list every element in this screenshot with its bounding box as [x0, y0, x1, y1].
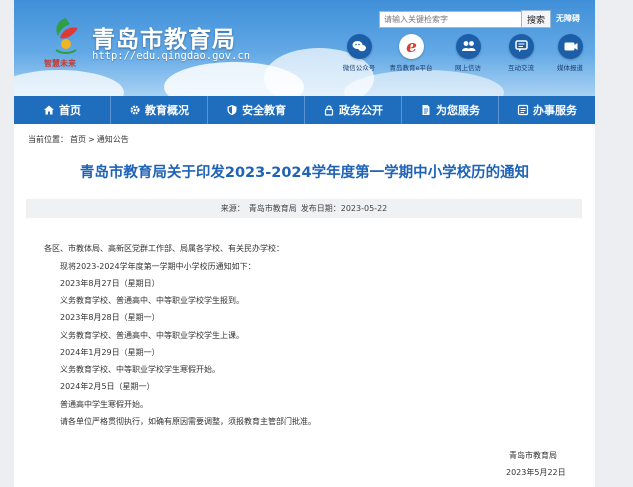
paragraph: 义务教育学校、中等职业学校学生寒假开始。: [60, 365, 220, 374]
quick-link-label: 青岛教育e平台: [389, 64, 433, 72]
article-title: 青岛市教育局关于印发2023-2024学年度第一学期中小学校历的通知: [79, 165, 530, 181]
quick-link-label: 媒体报道: [557, 64, 583, 72]
signature-org: 青岛市教育局: [509, 451, 557, 460]
search-button[interactable]: 搜索: [521, 10, 551, 28]
paragraph: 现将2023-2024学年度第一学期中小学校历通知如下：: [60, 262, 256, 271]
header-cloud: [14, 70, 124, 96]
quick-link-interaction[interactable]: 互动交流: [496, 34, 546, 72]
quick-link-label: 网上信访: [455, 64, 481, 72]
page: 智慧未来 青岛市教育局 http://edu.qingdao.gov.cn 搜索…: [14, 0, 595, 487]
breadcrumb: 当前位置： 首页 > 通知公告: [28, 134, 131, 145]
accessibility-link[interactable]: 无障碍: [556, 13, 580, 24]
publish-date-label: 发布日期：: [300, 204, 341, 213]
nav-item-overview[interactable]: 教育概况: [111, 96, 208, 124]
shield-icon: [227, 105, 237, 115]
nav-item-label: 安全教育: [242, 104, 286, 117]
home-icon: [44, 105, 54, 115]
quick-link-label: 互动交流: [508, 64, 534, 72]
nav-item-service[interactable]: 为您服务: [402, 96, 499, 124]
article-meta: 来源： 青岛市教育局 发布日期： 2023-05-22: [26, 199, 582, 218]
nav-item-label: 为您服务: [436, 104, 480, 117]
svg-text:e: e: [406, 37, 417, 57]
list-icon: [517, 104, 529, 116]
paragraph: 2024年2月5日（星期一）: [60, 382, 155, 391]
source-label: 来源：: [220, 204, 245, 213]
paragraph: 义务教育学校、普通高中、中等职业学校学生报到。: [60, 296, 244, 305]
nav-item-safety[interactable]: 安全教育: [208, 96, 305, 124]
lock-icon: [324, 105, 334, 116]
breadcrumb-current-link[interactable]: 通知公告: [97, 135, 129, 144]
paragraph: 普通高中学生寒假开始。: [60, 400, 148, 409]
publish-date: 2023-05-22: [340, 204, 388, 213]
quick-link-e-platform[interactable]: e 青岛教育e平台: [386, 34, 436, 72]
paragraph: 2024年1月29日（星期一）: [60, 348, 160, 357]
breadcrumb-home-link[interactable]: 首页: [70, 135, 86, 144]
nav-item-government[interactable]: 政务公开: [305, 96, 402, 124]
site-header: 智慧未来 青岛市教育局 http://edu.qingdao.gov.cn 搜索…: [14, 0, 595, 96]
nav-item-label: 办事服务: [533, 104, 577, 117]
chat-icon: [508, 34, 534, 59]
people-icon: [455, 34, 481, 59]
site-title[interactable]: 青岛市教育局: [92, 20, 236, 54]
search-input[interactable]: [379, 11, 524, 28]
e-platform-icon: e: [398, 34, 424, 59]
quick-link-media[interactable]: 媒体报道: [545, 34, 595, 72]
quick-link-wechat[interactable]: 微信公众号: [334, 34, 384, 72]
nav-item-affairs[interactable]: 办事服务: [499, 96, 595, 124]
video-icon: [557, 34, 583, 59]
source-value: 青岛市教育局: [248, 204, 297, 213]
quick-link-petition[interactable]: 网上信访: [443, 34, 493, 72]
main-nav: 首页 教育概况 安全教育 政务公开 为您服务 办事服务: [14, 96, 595, 124]
nav-item-home[interactable]: 首页: [14, 96, 111, 124]
qingdao-edu-logo-icon[interactable]: [46, 14, 86, 58]
site-url: http://edu.qingdao.gov.cn: [92, 50, 251, 62]
gear-icon: [130, 105, 140, 115]
wechat-icon: [346, 34, 372, 59]
paragraph: 2023年8月27日（星期日）: [60, 279, 160, 288]
nav-item-label: 政务公开: [339, 104, 383, 117]
breadcrumb-separator: >: [88, 135, 95, 144]
paragraph: 2023年8月28日（星期一）: [60, 313, 160, 322]
salutation: 各区、市教体局、高新区党群工作部、局属各学校、有关民办学校：: [44, 244, 284, 253]
nav-item-label: 教育概况: [145, 104, 189, 117]
paragraph: 请各单位严格贯彻执行，如确有原因需要调整，须报教育主管部门批准。: [60, 417, 316, 426]
paragraph: 义务教育学校、普通高中、中等职业学校学生上课。: [60, 331, 244, 340]
document-icon: [422, 105, 430, 115]
nav-item-label: 首页: [59, 104, 81, 117]
signature-date: 2023年5月22日: [506, 468, 566, 477]
breadcrumb-prefix: 当前位置：: [28, 135, 68, 144]
quick-link-label: 微信公众号: [342, 64, 376, 72]
